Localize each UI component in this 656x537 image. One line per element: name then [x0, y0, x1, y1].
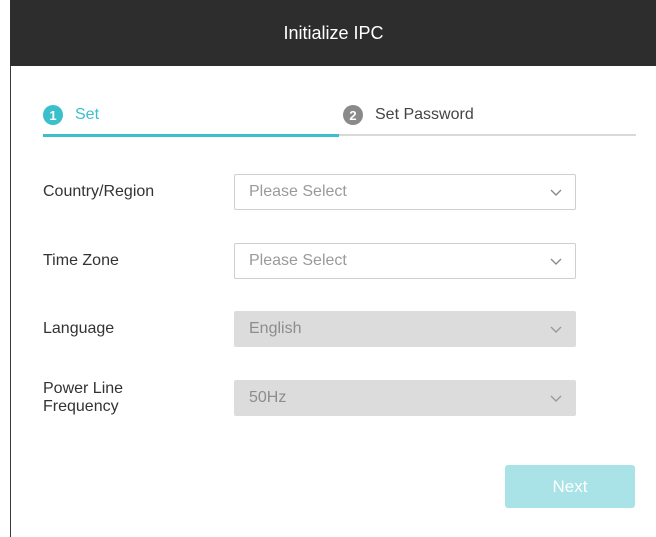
step-2-label: Set Password: [375, 106, 474, 123]
chevron-down-icon: [549, 322, 563, 336]
timezone-row: Time Zone Please Select: [43, 243, 583, 279]
country-row: Country/Region Please Select: [43, 174, 583, 210]
step-2-number: 2: [343, 105, 363, 125]
chevron-down-icon: [549, 185, 563, 199]
language-label: Language: [43, 320, 115, 337]
power-frequency-label: Power Line Frequency: [43, 380, 234, 416]
country-label: Country/Region: [43, 183, 155, 200]
next-button[interactable]: Next: [505, 465, 635, 508]
step-1-label: Set: [75, 106, 100, 123]
country-select[interactable]: Please Select: [234, 174, 576, 210]
power-frequency-select-value: 50Hz: [249, 389, 287, 406]
step-progress-idle: [339, 134, 636, 136]
power-frequency-label-line2: Frequency: [43, 398, 119, 415]
power-frequency-select[interactable]: 50Hz: [234, 380, 576, 416]
step-set: 1 Set: [43, 96, 339, 134]
power-frequency-row: Power Line Frequency 50Hz: [43, 380, 583, 416]
timezone-select-value: Please Select: [249, 252, 347, 269]
stepper: 1 Set 2 Set Password: [43, 96, 636, 138]
language-row: Language English: [43, 311, 583, 347]
step-set-password: 2 Set Password: [339, 96, 636, 134]
timezone-label: Time Zone: [43, 252, 119, 269]
step-1-number: 1: [43, 105, 63, 125]
step-progress-active: [43, 134, 339, 137]
language-select[interactable]: English: [234, 311, 576, 347]
dialog-title-bar: Initialize IPC: [10, 0, 656, 66]
chevron-down-icon: [549, 254, 563, 268]
country-select-value: Please Select: [249, 183, 347, 200]
chevron-down-icon: [549, 391, 563, 405]
power-frequency-label-line1: Power Line: [43, 380, 124, 397]
timezone-select[interactable]: Please Select: [234, 243, 576, 279]
dialog-title: Initialize IPC: [283, 22, 384, 43]
language-select-value: English: [249, 320, 302, 337]
initialize-ipc-dialog: Initialize IPC 1 Set 2 Set Password Coun…: [10, 0, 656, 537]
